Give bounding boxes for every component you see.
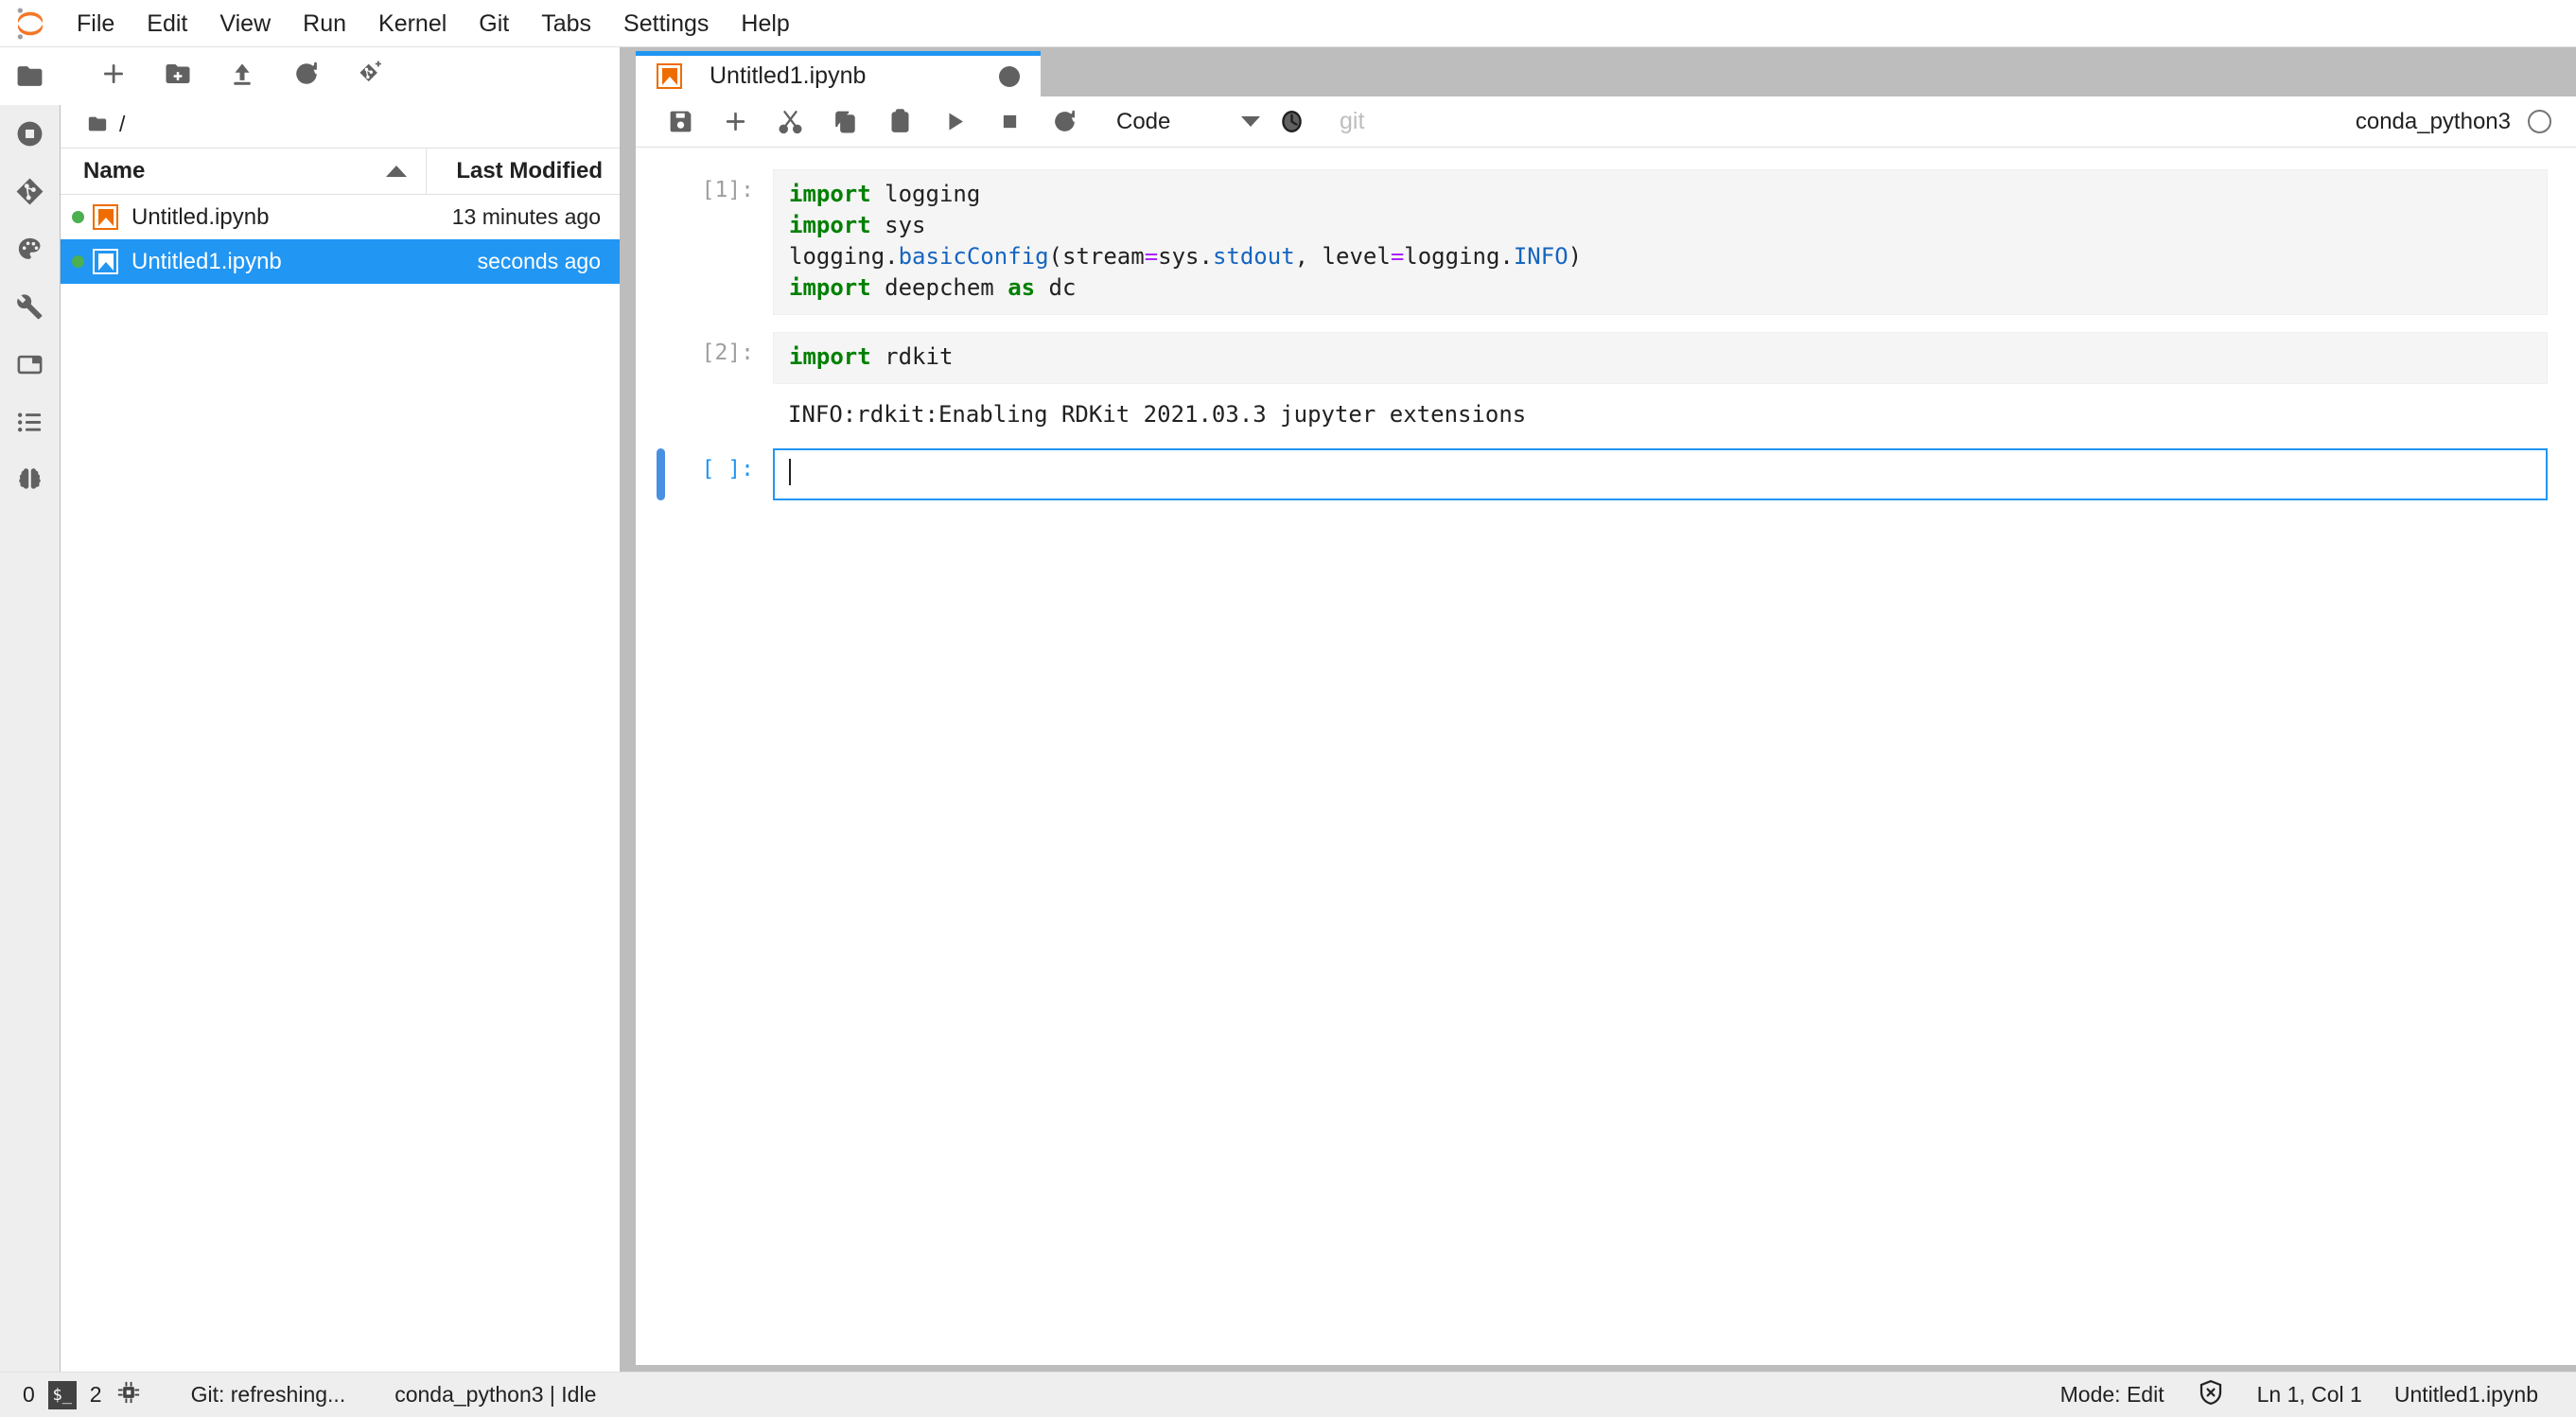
tab-bar: Untitled1.ipynb [636,47,2576,96]
kernels-count[interactable]: 2 [90,1382,102,1408]
upload-files-button[interactable] [210,51,274,96]
menu-settings[interactable]: Settings [607,0,725,47]
save-notebook-button[interactable] [653,99,708,145]
menu-tabs[interactable]: Tabs [525,0,607,47]
untrusted-shield-icon[interactable] [2197,1378,2225,1412]
breadcrumb-path: / [119,111,126,136]
edit-mode-status[interactable]: Mode: Edit [2060,1382,2164,1408]
dock-area: Untitled1.ipynb Code git conda_python3 [… [621,47,2576,1372]
chevron-down-icon [1241,116,1260,127]
cell-type-dropdown[interactable]: Code [1111,101,1264,143]
menu-bar: File Edit View Run Kernel Git Tabs Setti… [0,0,2576,47]
cell-selection-bar [657,332,665,384]
sidebar-item-running-sessions[interactable] [0,105,61,163]
cell-output: INFO:rdkit:Enabling RDKit 2021.03.3 jupy… [636,393,2576,440]
sidebar-item-ai-extension[interactable] [0,451,61,509]
text-cursor [789,459,791,485]
sidebar-item-extension-manager[interactable] [0,220,61,278]
jupyterlab-app: File Edit View Run Kernel Git Tabs Setti… [0,0,2576,1417]
unsaved-changes-dot-icon[interactable] [999,65,1020,87]
cell-selection-bar [657,169,665,315]
file-name: Untitled.ipynb [131,203,270,230]
notebook-cell[interactable]: [1]: import logging import sys logging.b… [636,161,2576,324]
menu-help[interactable]: Help [725,0,805,47]
cell-editor[interactable]: import rdkit [773,332,2548,384]
terminals-count[interactable]: 0 [23,1382,35,1408]
notebook-panel: Code git conda_python3 [1]: import loggi… [636,96,2576,1372]
kernel-status-idle-icon [2528,110,2551,133]
menu-edit[interactable]: Edit [131,0,203,47]
cell-prompt: [ ]: [701,457,754,481]
notebook-cell[interactable]: [2]: import rdkit [636,324,2576,393]
sidebar-item-property-inspector[interactable] [0,278,61,336]
insert-cell-button[interactable] [708,99,762,145]
interrupt-kernel-button[interactable] [982,99,1037,145]
jupyter-logo-icon [0,0,61,47]
breadcrumb[interactable]: / [61,100,620,148]
running-indicator-dot [72,255,84,268]
cursor-position[interactable]: Ln 1, Col 1 [2257,1382,2362,1408]
terminal-icon[interactable]: $_ [47,1380,77,1409]
cell-selection-bar [657,448,665,500]
left-sidebar-rail [0,47,61,1372]
cell-prompt: [2]: [701,341,754,365]
sort-ascending-icon [386,166,407,177]
run-cell-button[interactable] [927,99,982,145]
file-last-modified: 13 minutes ago [451,204,601,229]
notebook-cell-active[interactable]: [ ]: [636,440,2576,509]
file-last-modified: seconds ago [477,249,601,273]
cell-output-text: INFO:rdkit:Enabling RDKit 2021.03.3 jupy… [788,401,1527,428]
status-bar: 0 $_ 2 Git: refreshing... conda_python3 … [0,1372,2576,1417]
tab-label: Untitled1.ipynb [710,62,867,89]
column-header-last-modified[interactable]: Last Modified [427,149,620,194]
sidebar-item-open-tabs[interactable] [0,336,61,394]
cell-editor[interactable]: import logging import sys logging.basicC… [773,169,2548,315]
notebook-icon [657,63,682,89]
notebook-icon [93,249,118,274]
cpu-chip-icon[interactable] [115,1379,142,1411]
history-button[interactable] [1264,99,1319,145]
current-file-name: Untitled1.ipynb [2393,1382,2538,1407]
cell-type-value: Code [1116,108,1171,134]
paste-cell-button[interactable] [872,99,927,145]
refresh-file-list-button[interactable] [274,51,339,96]
git-toolbar-label[interactable]: git [1340,108,1364,135]
cut-cell-button[interactable] [762,99,817,145]
list-item[interactable]: Untitled1.ipynb seconds ago [61,239,620,284]
menu-kernel[interactable]: Kernel [362,0,463,47]
sidebar-item-file-browser[interactable] [0,47,61,105]
file-browser-toolbar [61,47,620,100]
notebook-toolbar: Code git conda_python3 [636,96,2576,148]
file-name: Untitled1.ipynb [131,248,282,274]
notebook-cells-area[interactable]: [1]: import logging import sys logging.b… [636,148,2576,1365]
git-clone-button[interactable] [339,51,403,96]
cell-editor-active[interactable] [773,448,2548,500]
menu-file[interactable]: File [61,0,131,47]
menu-run[interactable]: Run [287,0,362,47]
column-header-name[interactable]: Name [61,149,427,194]
main-body: / Name Last Modified Untitled.ipynb 13 m… [0,47,2576,1372]
list-item[interactable]: Untitled.ipynb 13 minutes ago [61,195,620,239]
file-list-header: Name Last Modified [61,148,620,195]
new-launcher-button[interactable] [81,51,146,96]
copy-cell-button[interactable] [817,99,872,145]
menu-view[interactable]: View [203,0,287,47]
sidebar-item-git[interactable] [0,163,61,220]
kernel-status[interactable]: conda_python3 | Idle [394,1382,596,1408]
restart-kernel-button[interactable] [1037,99,1092,145]
cell-prompt: [1]: [701,178,754,202]
kernel-name: conda_python3 [2355,108,2511,134]
kernel-indicator[interactable]: conda_python3 [2356,109,2576,135]
file-list: Untitled.ipynb 13 minutes ago Untitled1.… [61,195,620,1372]
menu-git[interactable]: Git [463,0,525,47]
notebook-icon [93,204,118,230]
folder-icon [88,116,107,131]
tab-untitled1-notebook[interactable]: Untitled1.ipynb [636,51,1041,96]
sidebar-item-table-of-contents[interactable] [0,394,61,451]
new-folder-button[interactable] [146,51,210,96]
git-status[interactable]: Git: refreshing... [191,1382,346,1408]
file-browser-panel: / Name Last Modified Untitled.ipynb 13 m… [61,47,621,1372]
running-indicator-dot [72,211,84,223]
